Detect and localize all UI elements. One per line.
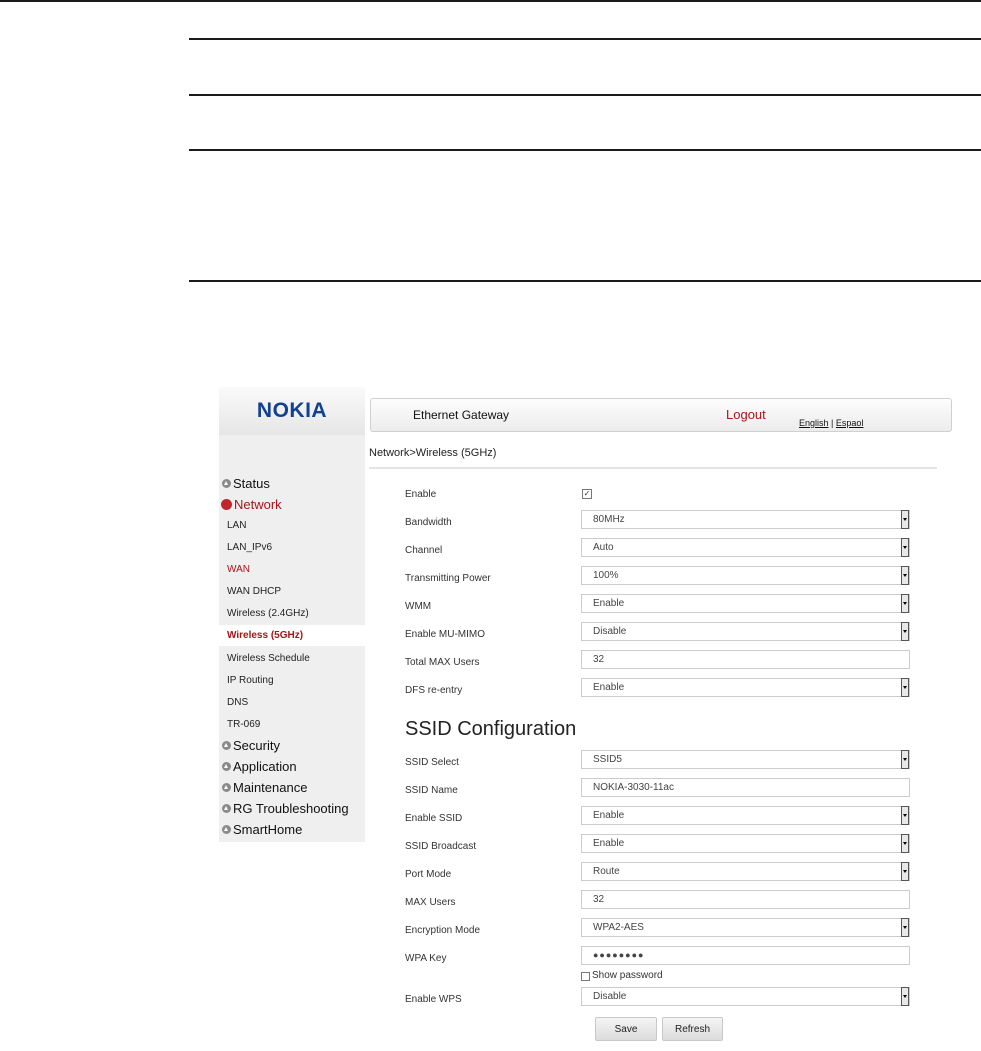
header-bar: Ethernet Gateway Logout English | Espaol xyxy=(370,398,952,432)
save-button[interactable]: Save xyxy=(595,1017,657,1041)
logout-link[interactable]: Logout xyxy=(726,407,766,422)
max-users-input[interactable]: 32 xyxy=(581,890,910,909)
sidebar-sub-label: WAN xyxy=(227,564,250,575)
app-title: Ethernet Gateway xyxy=(413,408,510,422)
ssid-config-heading: SSID Configuration xyxy=(405,718,577,740)
wmm-label: WMM xyxy=(405,601,432,612)
breadcrumb: Network>Wireless (5GHz) xyxy=(369,447,497,459)
sidebar-item-label: Security xyxy=(233,738,280,753)
sidebar-item-label: Network xyxy=(234,497,282,512)
mu-mimo-select[interactable]: Disable xyxy=(581,622,910,641)
sidebar-item-smarthome[interactable]: SmartHome xyxy=(219,819,365,840)
expand-arrow-icon xyxy=(222,783,231,792)
doc-rule-3 xyxy=(189,149,981,151)
lang-english-link[interactable]: English xyxy=(799,418,829,428)
show-password-checkbox[interactable] xyxy=(581,972,590,981)
channel-select[interactable]: Auto xyxy=(581,538,910,557)
sidebar-sub-label: LAN_IPv6 xyxy=(227,542,273,553)
nokia-logo: NOKIA xyxy=(256,399,328,422)
sidebar-item-label: Application xyxy=(233,759,297,774)
ssid-select[interactable]: SSID5 xyxy=(581,750,910,769)
wmm-select[interactable]: Enable xyxy=(581,594,910,613)
expand-arrow-icon xyxy=(222,762,231,771)
expand-arrow-icon xyxy=(222,825,231,834)
port-mode-select[interactable]: Route xyxy=(581,862,910,881)
mu-mimo-label: Enable MU-MIMO xyxy=(405,629,486,640)
enable-wps-label: Enable WPS xyxy=(405,994,462,1005)
expand-arrow-icon xyxy=(222,741,231,750)
sidebar-sub-label: Wireless Schedule xyxy=(227,653,310,664)
sidebar-sub-wireless-24ghz[interactable]: Wireless (2.4GHz) xyxy=(219,603,365,624)
sidebar-sub-wireless-schedule[interactable]: Wireless Schedule xyxy=(219,648,365,669)
doc-rule-2 xyxy=(189,94,981,96)
sidebar-sub-lan[interactable]: LAN xyxy=(219,515,365,536)
sidebar-sub-label: Wireless (5GHz) xyxy=(227,630,304,641)
doc-rule-1 xyxy=(189,38,981,40)
enable-label: Enable xyxy=(405,489,437,500)
ssid-select-label: SSID Select xyxy=(405,757,459,768)
logo-panel: NOKIA xyxy=(219,387,365,435)
doc-rule-4 xyxy=(189,280,981,282)
sidebar-sub-ip-routing[interactable]: IP Routing xyxy=(219,670,365,691)
sidebar-item-label: Maintenance xyxy=(233,780,308,795)
sidebar-sub-label: Wireless (2.4GHz) xyxy=(227,608,309,619)
lang-spanish-link[interactable]: Espaol xyxy=(836,418,864,428)
ssid-name-input[interactable]: NOKIA-3030-11ac xyxy=(581,778,910,797)
show-password-label: Show password xyxy=(592,970,663,981)
sidebar-item-rg-troubleshooting[interactable]: RG Troubleshooting xyxy=(219,798,365,819)
sidebar-sub-label: LAN xyxy=(227,520,247,531)
total-max-users-label: Total MAX Users xyxy=(405,657,480,668)
enable-ssid-select[interactable]: Enable xyxy=(581,806,910,825)
language-switcher: English | Espaol xyxy=(799,418,863,428)
ssid-broadcast-label: SSID Broadcast xyxy=(405,841,477,852)
wpa-key-input[interactable]: ●●●●●●●● xyxy=(581,946,910,965)
sidebar-sub-label: DNS xyxy=(227,697,249,708)
sidebar-sub-tr069[interactable]: TR-069 xyxy=(219,714,365,735)
bandwidth-select[interactable]: 80MHz xyxy=(581,510,910,529)
refresh-button[interactable]: Refresh xyxy=(662,1017,723,1041)
max-users-label: MAX Users xyxy=(405,897,456,908)
transmitting-power-select[interactable]: 100% xyxy=(581,566,910,585)
collapse-icon xyxy=(221,499,232,510)
sidebar-sub-label: TR-069 xyxy=(227,719,261,730)
sidebar-sub-wan-dhcp[interactable]: WAN DHCP xyxy=(219,581,365,602)
sidebar-sub-wireless-5ghz[interactable]: Wireless (5GHz) xyxy=(219,625,365,646)
dfs-reentry-label: DFS re-entry xyxy=(405,685,463,696)
sidebar-item-label: SmartHome xyxy=(233,822,303,837)
enable-ssid-label: Enable SSID xyxy=(405,813,463,824)
sidebar-item-security[interactable]: Security xyxy=(219,735,365,756)
enable-wps-select[interactable]: Disable xyxy=(581,987,910,1006)
expand-arrow-icon xyxy=(222,804,231,813)
router-admin-screenshot: NOKIA Status Network LAN LAN_IPv6 WAN WA… xyxy=(219,387,957,1051)
channel-label: Channel xyxy=(405,545,443,556)
sidebar-item-label: Status xyxy=(233,476,270,491)
sidebar-item-network[interactable]: Network xyxy=(219,494,365,515)
page-top-rule xyxy=(0,0,981,2)
expand-arrow-icon xyxy=(222,479,231,488)
total-max-users-input[interactable]: 32 xyxy=(581,650,910,669)
port-mode-label: Port Mode xyxy=(405,869,452,880)
sidebar-item-maintenance[interactable]: Maintenance xyxy=(219,777,365,798)
sidebar-sub-wan[interactable]: WAN xyxy=(219,559,365,580)
sidebar-item-label: RG Troubleshooting xyxy=(233,801,349,816)
sidebar-item-status[interactable]: Status xyxy=(219,473,365,494)
ssid-name-label: SSID Name xyxy=(405,785,458,796)
sidebar-sub-label: WAN DHCP xyxy=(227,586,282,597)
bandwidth-label: Bandwidth xyxy=(405,517,452,528)
ssid-broadcast-select[interactable]: Enable xyxy=(581,834,910,853)
sidebar-item-application[interactable]: Application xyxy=(219,756,365,777)
encryption-mode-select[interactable]: WPA2-AES xyxy=(581,918,910,937)
enable-checkbox[interactable]: ✓ xyxy=(582,489,592,499)
sidebar-sub-label: IP Routing xyxy=(227,675,274,686)
transmitting-power-label: Transmitting Power xyxy=(405,573,491,584)
lang-separator: | xyxy=(831,418,834,428)
encryption-mode-label: Encryption Mode xyxy=(405,925,481,936)
wpa-key-label: WPA Key xyxy=(405,953,447,964)
sidebar-sub-dns[interactable]: DNS xyxy=(219,692,365,713)
dfs-reentry-select[interactable]: Enable xyxy=(581,678,910,697)
sidebar-sub-lan-ipv6[interactable]: LAN_IPv6 xyxy=(219,537,365,558)
breadcrumb-divider xyxy=(369,467,937,469)
sidebar: NOKIA Status Network LAN LAN_IPv6 WAN WA… xyxy=(219,387,365,842)
